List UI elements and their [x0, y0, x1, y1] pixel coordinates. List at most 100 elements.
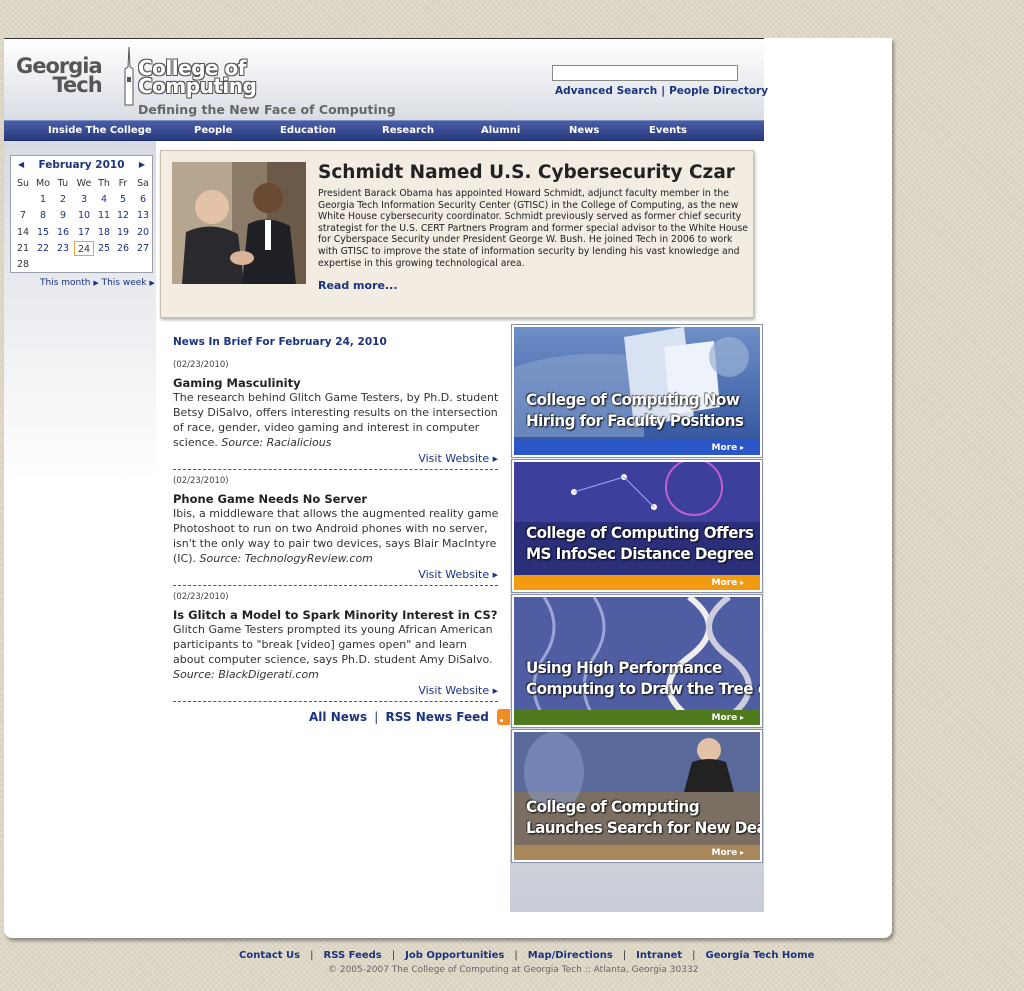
- visit-website-row: Visit Website ▶: [173, 684, 498, 697]
- calendar-day[interactable]: 25: [94, 241, 114, 256]
- calendar-day[interactable]: 8: [33, 208, 53, 223]
- calendar-day[interactable]: 23: [53, 241, 73, 256]
- this-week-link[interactable]: This week: [102, 278, 147, 288]
- footer-job-opportunities[interactable]: Job Opportunities: [405, 950, 504, 961]
- people-directory-link[interactable]: People Directory: [669, 85, 768, 97]
- calendar-day[interactable]: 13: [133, 208, 153, 223]
- promo-title-line1: College of Computing: [526, 797, 700, 816]
- promo-title: College of Computing Offers MS InfoSec D…: [526, 522, 754, 564]
- calendar-day[interactable]: 5: [113, 192, 133, 207]
- calendar-dow: Th: [98, 178, 110, 189]
- more-link[interactable]: More: [712, 713, 745, 723]
- calendar-day[interactable]: 19: [113, 225, 133, 240]
- logo-gt-line2: Tech: [52, 73, 102, 97]
- promo-ms-infosec[interactable]: College of Computing Offers MS InfoSec D…: [511, 459, 763, 593]
- nav-research[interactable]: Research: [382, 125, 434, 136]
- nav-people[interactable]: People: [194, 125, 232, 136]
- rss-news-feed-link[interactable]: RSS News Feed: [386, 710, 489, 724]
- calendar-day[interactable]: 22: [33, 241, 53, 256]
- calendar-day[interactable]: 4: [94, 192, 114, 207]
- calendar-dow: We: [76, 178, 92, 189]
- search-input[interactable]: [552, 65, 738, 81]
- more-link[interactable]: More: [712, 578, 745, 588]
- nav-inside-the-college[interactable]: Inside The College: [48, 125, 152, 136]
- arrow-right-icon: ▶: [492, 687, 498, 695]
- footer-rss-feeds[interactable]: RSS Feeds: [324, 950, 382, 961]
- news-headline[interactable]: Is Glitch a Model to Spark Minority Inte…: [173, 608, 497, 622]
- georgia-tech-logo[interactable]: Georgia Tech: [16, 56, 103, 97]
- news-body: Ibis, a middleware that allows the augme…: [173, 506, 499, 566]
- this-month-link[interactable]: This month: [40, 278, 90, 288]
- promo-tree-of-life[interactable]: Using High Performance Computing to Draw…: [511, 594, 763, 728]
- news-title: News In Brief For February 24, 2010: [173, 336, 387, 348]
- calendar-day[interactable]: 14: [13, 225, 33, 240]
- calendar-day[interactable]: 12: [113, 208, 133, 223]
- calendar-day[interactable]: 15: [33, 225, 53, 240]
- calendar-day[interactable]: 26: [113, 241, 133, 256]
- nav-news[interactable]: News: [569, 125, 599, 136]
- calendar-day[interactable]: 17: [74, 225, 94, 240]
- main-nav: Inside The College People Education Rese…: [4, 120, 764, 141]
- advanced-search-link[interactable]: Advanced Search: [555, 85, 657, 97]
- calendar-day[interactable]: 18: [94, 225, 114, 240]
- calendar-day[interactable]: 28: [13, 257, 33, 272]
- calendar-day[interactable]: 27: [133, 241, 153, 256]
- news-date: (02/23/2010): [173, 360, 229, 370]
- calendar-day[interactable]: 11: [94, 208, 114, 223]
- calendar-day[interactable]: 10: [74, 208, 94, 223]
- footer-intranet[interactable]: Intranet: [636, 950, 682, 961]
- news-body: Glitch Game Testers prompted its young A…: [173, 622, 499, 682]
- news-date: (02/23/2010): [173, 592, 229, 602]
- calendar-next-icon[interactable]: ▶: [139, 160, 145, 169]
- calendar-day[interactable]: 20: [133, 225, 153, 240]
- nav-alumni[interactable]: Alumni: [481, 125, 520, 136]
- read-more-link[interactable]: Read more...: [318, 279, 398, 292]
- promo-title-line1: Using High Performance: [526, 658, 722, 677]
- promo-title: College of Computing Launches Search for…: [526, 796, 760, 838]
- calendar-day[interactable]: 3: [74, 192, 94, 207]
- promo-faculty-positions[interactable]: College of Computing Now Hiring for Facu…: [511, 324, 763, 458]
- news-footer: All News | RSS News Feed: [309, 709, 514, 725]
- more-link[interactable]: More: [712, 848, 745, 858]
- news-headline[interactable]: Phone Game Needs No Server: [173, 492, 367, 506]
- calendar-day-today[interactable]: 24: [74, 240, 94, 256]
- footer-georgia-tech-home[interactable]: Georgia Tech Home: [706, 950, 815, 961]
- nav-education[interactable]: Education: [280, 125, 336, 136]
- news-body-text: Glitch Game Testers prompted its young A…: [173, 623, 493, 666]
- promo-title-line1: College of Computing Offers: [526, 523, 754, 542]
- visit-website-link[interactable]: Visit Website: [418, 568, 489, 581]
- promo-new-dean[interactable]: College of Computing Launches Search for…: [511, 729, 763, 863]
- more-link[interactable]: More: [712, 443, 745, 453]
- separator: |: [622, 950, 627, 961]
- feature-title[interactable]: Schmidt Named U.S. Cybersecurity Czar: [318, 162, 735, 183]
- nav-events[interactable]: Events: [649, 125, 687, 136]
- calendar-day[interactable]: 21: [13, 241, 33, 256]
- news-divider: [173, 701, 498, 702]
- calendar-day[interactable]: 1: [33, 192, 53, 207]
- visit-website-row: Visit Website ▶: [173, 568, 498, 581]
- all-news-link[interactable]: All News: [309, 710, 367, 724]
- calendar-day[interactable]: 6: [133, 192, 153, 207]
- college-of-computing-logo[interactable]: College of Computing: [138, 58, 257, 98]
- visit-website-link[interactable]: Visit Website: [418, 452, 489, 465]
- promo-title-line1: College of Computing Now: [526, 390, 740, 409]
- footer-map-directions[interactable]: Map/Directions: [528, 950, 613, 961]
- calendar-dow: Sa: [137, 178, 149, 189]
- promo-title: Using High Performance Computing to Draw…: [526, 657, 760, 699]
- calendar-dow: Fr: [118, 178, 128, 189]
- calendar-day[interactable]: 16: [53, 225, 73, 240]
- footer-contact-us[interactable]: Contact Us: [239, 950, 300, 961]
- promo-title-line2: MS InfoSec Distance Degree: [526, 544, 754, 563]
- news-headline[interactable]: Gaming Masculinity: [173, 376, 301, 390]
- visit-website-link[interactable]: Visit Website: [418, 684, 489, 697]
- news-source: Source: Racialicious: [221, 436, 332, 449]
- calendar-day[interactable]: 2: [53, 192, 73, 207]
- arrow-right-icon: ▶: [149, 279, 155, 287]
- feature-photo[interactable]: [172, 162, 306, 284]
- promo-column: College of Computing Now Hiring for Facu…: [510, 322, 764, 912]
- calendar-day[interactable]: 7: [13, 208, 33, 223]
- promo-title: College of Computing Now Hiring for Facu…: [526, 389, 744, 431]
- logo-coc-line2: Computing: [138, 74, 257, 98]
- tagline: Defining the New Face of Computing: [138, 102, 396, 117]
- calendar-day[interactable]: 9: [53, 208, 73, 223]
